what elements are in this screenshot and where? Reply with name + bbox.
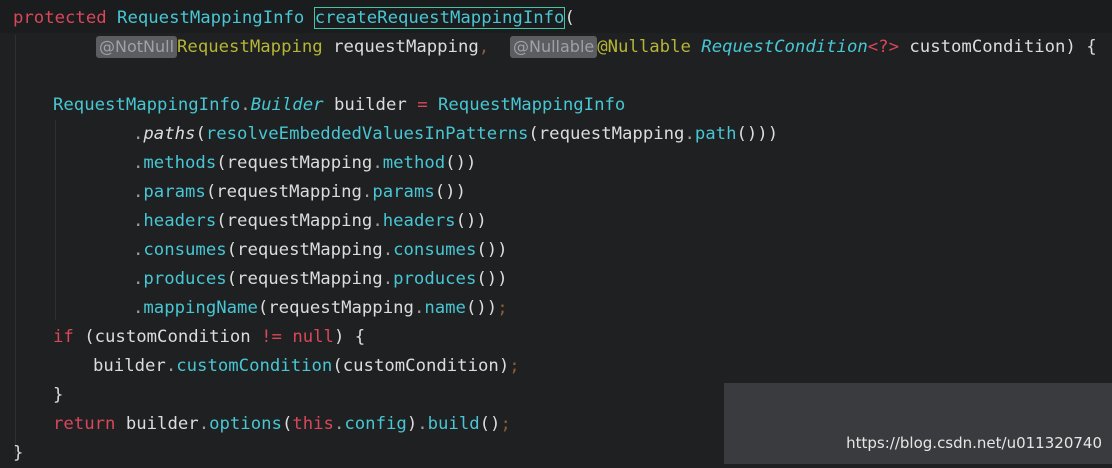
annotation: @Nullable [597,37,691,57]
generic: <?> [867,37,899,57]
type-name: RequestCondition [701,37,868,57]
argument: requestMapping [226,153,373,173]
keyword: protected [13,8,107,28]
variable: customCondition [94,327,251,347]
code-line-2: @NotNull RequestMapping requestMapping, @… [96,33,1097,62]
code-line-14: } [53,381,63,410]
code-line-5: .paths(resolveEmbeddedValuesInPatterns(r… [133,124,779,144]
method-call: consumes [393,240,477,260]
punctuation: ()) [465,298,498,318]
method-call: method [382,153,446,173]
code-line-15: return builder.options(this.config).buil… [53,414,511,434]
method-call: produces [393,269,477,289]
type-name: Builder [250,95,324,115]
method-call: mappingName [143,298,258,318]
method-call: customCondition [176,356,333,376]
punctuation: ( [195,124,206,144]
punctuation: ) [498,356,510,376]
code-line-8: .headers(requestMapping.headers()) [133,211,487,231]
code-line-4: RequestMappingInfo.Builder builder = Req… [53,95,626,115]
code-line-1: protected RequestMappingInfo createReque… [13,4,575,33]
inlay-hint: @NotNull [96,36,178,58]
type-name: RequestMappingInfo [53,95,241,115]
argument: requestMapping [216,182,362,202]
indent-guide [15,35,16,455]
field: config [344,414,407,434]
operator: != [261,327,282,347]
argument: requestMapping [268,298,414,318]
method-call: params [143,182,206,202]
punctuation: ) { [333,327,366,347]
argument: customCondition [342,356,499,376]
punctuation: ) { [1065,37,1097,57]
code-line-11: .mappingName(requestMapping.name()); [133,298,508,318]
punctuation: ( [84,327,95,347]
method-call: build [427,414,480,434]
code-line-13: builder.customCondition(customCondition)… [93,356,520,376]
argument: requestMapping [237,269,383,289]
punctuation: ())) [736,124,779,144]
punctuation: ()) [445,153,477,173]
punctuation: ()) [455,211,487,231]
punctuation: ( [564,8,575,28]
semicolon: ; [509,356,520,376]
indent-guide [55,120,56,320]
inlay-hint: @Nullable [510,36,598,58]
semicolon: ; [497,298,508,318]
type-name: RequestMappingInfo [117,8,305,28]
keyword: if [53,327,74,347]
method-call: path [694,124,737,144]
type-name: RequestMappingInfo [438,95,626,115]
method-call: consumes [143,240,227,260]
method-call: paths [143,124,196,144]
method-call: resolveEmbeddedValuesInPatterns [205,124,529,144]
method-call: headers [382,211,456,231]
type-name: RequestMapping [177,37,323,57]
code-line-10: .produces(requestMapping.produces()) [133,269,508,289]
punctuation: () [479,414,501,434]
punctuation: ()) [476,240,508,260]
semicolon: ; [500,414,511,434]
keyword: null [292,327,334,347]
argument: requestMapping [237,240,383,260]
parameter: requestMapping [333,37,479,57]
method-call: options [209,414,282,434]
punctuation: ()) [476,269,508,289]
argument: requestMapping [538,124,685,144]
method-call: methods [143,153,217,173]
operator: = [417,95,428,115]
method-call: params [372,182,435,202]
punctuation: , [478,37,490,57]
argument: requestMapping [226,211,373,231]
code-line-7: .params(requestMapping.params()) [133,182,466,202]
variable: builder [333,95,407,115]
code-line-12: if (customCondition != null) { [53,323,365,352]
keyword: this [292,414,334,434]
code-line-6: .methods(requestMapping.method()) [133,153,477,173]
punctuation: ()) [434,182,466,202]
method-call: headers [143,211,217,231]
keyword: return [53,414,116,434]
closing-brace: } [13,443,24,463]
parameter: customCondition [909,37,1066,57]
closing-brace: } [53,385,64,405]
variable: builder [93,356,166,376]
method-call: produces [143,269,227,289]
code-line-9: .consumes(requestMapping.consumes()) [133,240,508,260]
watermark-text: https://blog.csdn.net/u011320740 [846,434,1102,452]
variable: builder [125,414,199,434]
method-call: name [424,298,466,318]
method-name[interactable]: createRequestMappingInfo [313,7,566,29]
